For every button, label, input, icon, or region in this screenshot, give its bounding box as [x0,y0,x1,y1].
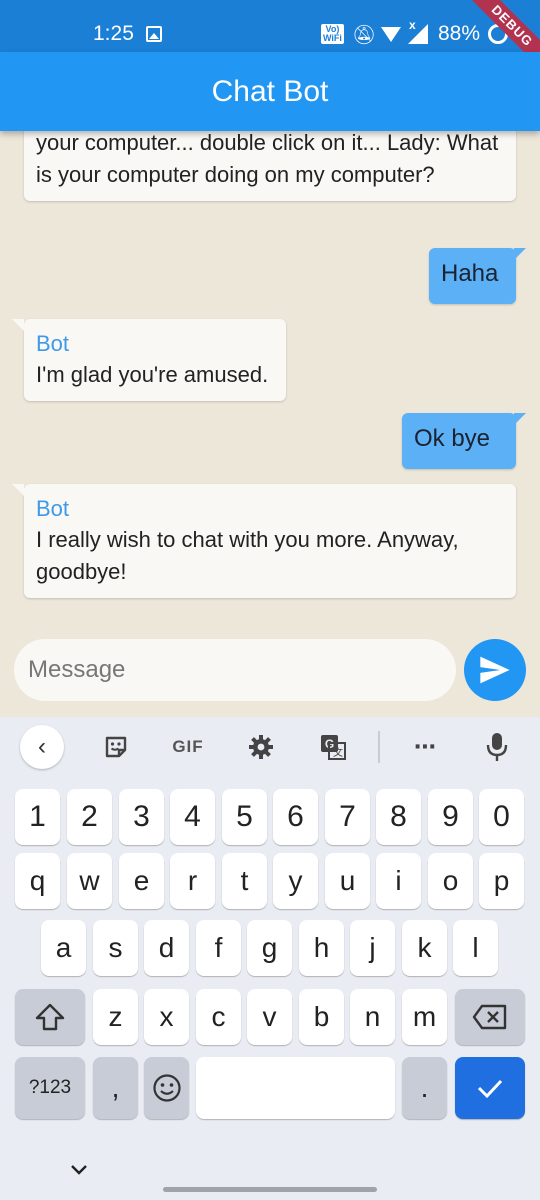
key-b[interactable]: b [299,989,344,1045]
key-2[interactable]: 2 [67,789,112,845]
message-composer [0,621,540,717]
vowifi-icon: Vo) WiFi [321,24,344,44]
key-k[interactable]: k [402,920,447,976]
key-c[interactable]: c [196,989,241,1045]
bell-muted-icon: 🔕︎ [352,25,377,46]
key-z[interactable]: z [93,989,138,1045]
chevron-left-icon: ‹ [38,733,46,760]
key-n[interactable]: n [350,989,395,1045]
key-p[interactable]: p [479,853,524,909]
sender-name: Bot [36,331,70,356]
message-text: Haha [441,260,499,287]
key-m[interactable]: m [402,989,447,1045]
sticker-icon [105,736,127,758]
status-time: 1:25 [93,22,134,45]
key-d[interactable]: d [144,920,189,976]
key-t[interactable]: t [222,853,267,909]
voice-input-button[interactable] [482,725,512,769]
emoji-key[interactable] [144,1057,189,1119]
hide-keyboard-button[interactable] [70,1159,88,1182]
backspace-icon [472,1004,507,1030]
chat-message-list[interactable]: your computer... double click on it... L… [0,131,540,621]
wifi-icon [381,27,401,42]
image-notification-icon [146,26,162,42]
key-4[interactable]: 4 [170,789,215,845]
message-text: I'm glad you're amused. [36,362,269,387]
key-7[interactable]: 7 [325,789,370,845]
gif-button[interactable]: GIF [166,725,210,769]
key-i[interactable]: i [376,853,421,909]
bot-message: Bot I really wish to chat with you more.… [12,484,516,598]
svg-text:文: 文 [333,746,343,759]
enter-key[interactable] [455,1057,525,1119]
key-g[interactable]: g [247,920,292,976]
key-x[interactable]: x [144,989,189,1045]
send-icon [480,656,510,684]
key-0[interactable]: 0 [479,789,524,845]
key-y[interactable]: y [273,853,318,909]
status-bar: 1:25 Vo) WiFi 🔕︎ x 88% DEBUG [0,0,540,52]
symbols-key[interactable]: ?123 [15,1057,85,1119]
home-gesture-pill[interactable] [163,1187,377,1192]
message-text: your computer... double click on it... L… [36,131,499,187]
key-9[interactable]: 9 [428,789,473,845]
space-key[interactable] [196,1057,395,1119]
translate-icon: G 文 [321,735,346,760]
shift-icon [35,1003,65,1031]
toolbar-divider [378,731,380,763]
period-key[interactable]: . [402,1057,447,1119]
more-horizontal-icon: ⋯ [414,734,436,759]
message-text: I really wish to chat with you more. Any… [36,527,459,584]
on-screen-keyboard: ‹ GIF G 文 ⋯ 1 2 3 4 5 6 7 8 9 0 q w e r … [0,717,540,1200]
key-a[interactable]: a [41,920,86,976]
microphone-icon [486,733,508,761]
keyboard-toolbar: ‹ GIF G 文 ⋯ [0,717,540,777]
send-button[interactable] [464,639,526,701]
shift-key[interactable] [15,989,85,1045]
gear-icon [249,735,273,759]
key-6[interactable]: 6 [273,789,318,845]
key-r[interactable]: r [170,853,215,909]
key-q[interactable]: q [15,853,60,909]
no-data-icon: x [409,18,416,32]
smiley-icon [152,1074,181,1102]
key-j[interactable]: j [350,920,395,976]
navigation-bar [0,1147,540,1200]
app-bar: Chat Bot [0,52,540,131]
key-v[interactable]: v [247,989,292,1045]
message-text: Ok bye [414,425,491,452]
message-input[interactable] [14,639,456,701]
key-h[interactable]: h [299,920,344,976]
key-3[interactable]: 3 [119,789,164,845]
sticker-button[interactable] [100,725,132,769]
user-message: Haha [429,248,526,304]
translate-button[interactable]: G 文 [316,725,350,769]
comma-key[interactable]: , [93,1057,138,1119]
sender-name: Bot [36,496,70,521]
chevron-down-icon [71,1165,87,1175]
keyboard-settings-button[interactable] [244,725,278,769]
bot-message: your computer... double click on it... L… [24,131,516,201]
key-u[interactable]: u [325,853,370,909]
backspace-key[interactable] [455,989,525,1045]
collapse-toolbar-button[interactable]: ‹ [20,725,64,769]
key-e[interactable]: e [119,853,164,909]
bot-message: Bot I'm glad you're amused. [12,319,286,401]
key-s[interactable]: s [93,920,138,976]
key-w[interactable]: w [67,853,112,909]
key-o[interactable]: o [428,853,473,909]
key-1[interactable]: 1 [15,789,60,845]
battery-percent: 88% [438,22,481,45]
key-l[interactable]: l [453,920,498,976]
key-f[interactable]: f [196,920,241,976]
key-5[interactable]: 5 [222,789,267,845]
checkmark-icon [477,1079,503,1099]
app-title: Chat Bot [211,75,329,108]
user-message: Ok bye [402,413,526,469]
key-8[interactable]: 8 [376,789,421,845]
more-options-button[interactable]: ⋯ [408,725,442,769]
gif-label: GIF [172,737,204,756]
